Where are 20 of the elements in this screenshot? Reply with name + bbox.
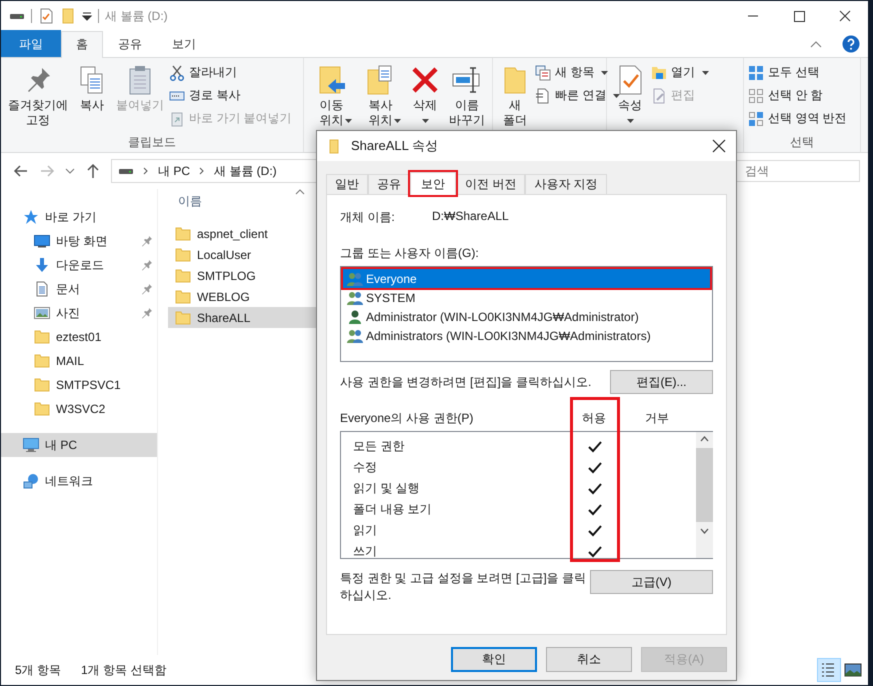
dialog-title: ShareALL 속성 (351, 137, 438, 155)
hint-text: 특정 권한 및 고급 설정을 보려면 [고급]을 클릭하십시오. (340, 570, 588, 604)
permission-row: 모든 권한 (341, 436, 696, 457)
field-label: 개체 이름: (340, 209, 396, 226)
permissions-label: Everyone의 사용 권한(P) (340, 410, 474, 426)
item-count: 5개 항목 (15, 662, 62, 678)
column-header: 허용 (581, 410, 607, 426)
group-label: 클립보드 (127, 134, 177, 151)
column-header: 거부 (644, 410, 670, 426)
permission-row: 읽기 및 실행 (341, 478, 696, 499)
selection-count: 1개 항목 선택함 (81, 662, 166, 678)
permission-row: 폴더 내용 보기 (341, 499, 696, 520)
hint-text: 사용 권한을 변경하려면 [편집]을 클릭하십시오. (340, 374, 592, 390)
group-label: 선택 (789, 134, 815, 151)
permission-row: 읽기 (341, 520, 696, 541)
window-title: 새 볼륨 (D:) (105, 8, 168, 24)
field-value: D:₩ShareALL (432, 209, 509, 225)
permission-row: 수정 (341, 457, 696, 478)
permission-row: 쓰기 (341, 541, 696, 562)
field-label: 그룹 또는 사용자 이름(G): (340, 245, 480, 262)
